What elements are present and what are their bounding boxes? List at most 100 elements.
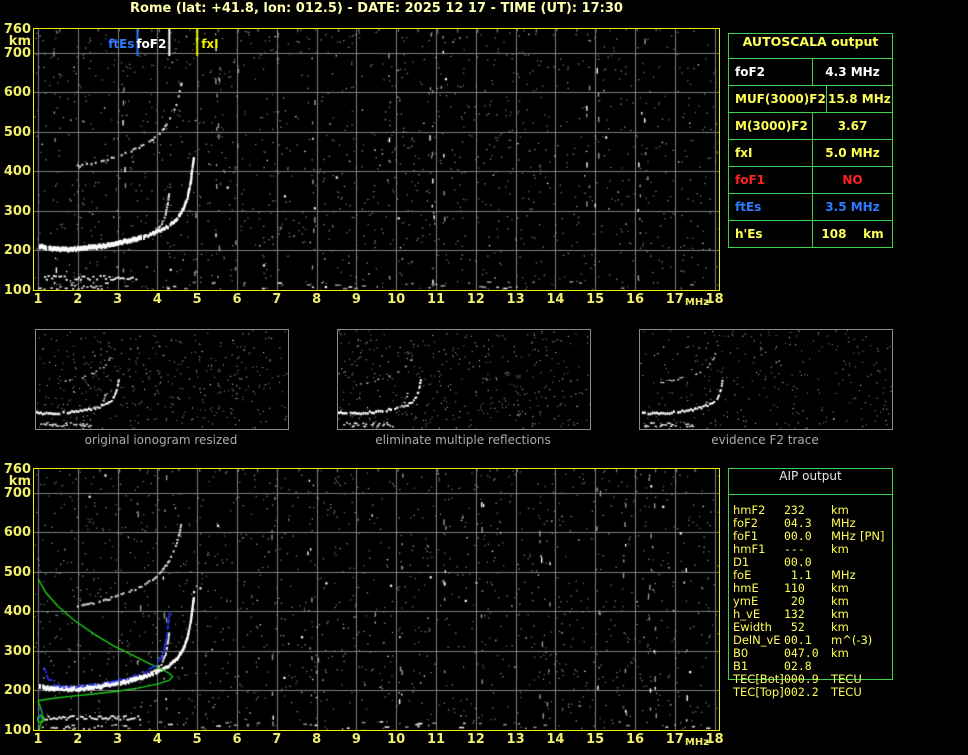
autoscala-row-fxi: fxI 5.0 MHz bbox=[729, 139, 892, 166]
y-axis-unit-label: km bbox=[8, 34, 31, 49]
aip-row-b0: B0 047.0 km bbox=[728, 646, 891, 660]
marker-label-fof2: foF2 bbox=[136, 37, 167, 51]
autoscala-row-h'es: h'Es 108 km bbox=[729, 220, 892, 247]
aip-row-label: B0 bbox=[733, 646, 749, 660]
autoscala-row-value: 4.3 MHz bbox=[812, 59, 892, 85]
thumbnail-eliminate-reflections bbox=[337, 329, 591, 430]
aip-row-unit: km bbox=[831, 594, 849, 608]
aip-row-unit: km bbox=[831, 581, 849, 595]
x-tick-label: 8 bbox=[312, 292, 322, 307]
aip-row-label: foF1 bbox=[733, 529, 759, 543]
x-tick-label: 3 bbox=[113, 292, 123, 307]
y-tick-label: 500 bbox=[3, 124, 31, 140]
y-tick-label: 400 bbox=[3, 164, 31, 180]
aip-row-label: Ewidth bbox=[733, 620, 772, 634]
x-tick-label: 11 bbox=[426, 732, 446, 747]
aip-row-label: foF2 bbox=[733, 516, 759, 530]
ionogram-aip-canvas bbox=[34, 469, 719, 730]
autoscala-row-label: fxI bbox=[735, 146, 753, 160]
aip-row-fof2: foF2 04.3 MHz bbox=[728, 516, 891, 530]
y-tick-label: 600 bbox=[3, 85, 31, 101]
thumbnail-caption-original: original ionogram resized bbox=[84, 433, 238, 447]
x-axis-unit-label: MHz bbox=[684, 737, 710, 748]
aip-row-hme: hmE 110 km bbox=[728, 581, 891, 595]
x-tick-label: 15 bbox=[586, 292, 605, 307]
aip-row-value: 110 bbox=[784, 581, 805, 595]
aip-row-value: 00.0 bbox=[784, 555, 812, 569]
x-tick-label: 10 bbox=[387, 292, 406, 307]
x-tick-label: 15 bbox=[586, 732, 605, 747]
y-tick-label: 500 bbox=[3, 564, 31, 580]
thumbnail-original-ionogram bbox=[35, 329, 289, 430]
aip-row-fof1: foF1 00.0 MHz [PN] bbox=[728, 529, 891, 543]
aip-row-unit: km bbox=[831, 607, 849, 621]
aip-row-value: 04.3 bbox=[784, 516, 812, 530]
x-tick-label: 4 bbox=[152, 292, 162, 307]
marker-label-fxi: fxI bbox=[201, 37, 219, 51]
autoscala-row-label: h'Es bbox=[735, 227, 763, 241]
aip-row-unit: TECU bbox=[831, 672, 862, 686]
autoscala-row-fof2: foF2 4.3 MHz bbox=[729, 58, 892, 85]
aip-row-value: 00.0 bbox=[784, 529, 812, 543]
autoscala-row-label: M(3000)F2 bbox=[735, 119, 808, 133]
thumbnail-caption-evidence: evidence F2 trace bbox=[711, 433, 819, 447]
x-tick-label: 11 bbox=[426, 292, 446, 307]
ionogram-plot-aip bbox=[33, 468, 720, 731]
x-tick-label: 6 bbox=[232, 292, 242, 307]
autoscala-row-value: 3.67 bbox=[812, 113, 892, 139]
aip-row-value: 02.8 bbox=[784, 659, 812, 673]
autoscala-row-label: foF1 bbox=[735, 173, 766, 187]
autoscala-row-label: MUF(3000)F2 bbox=[735, 92, 826, 106]
x-tick-label: 14 bbox=[546, 292, 565, 307]
aip-row-unit: m^(-3) bbox=[831, 633, 873, 647]
thumbnail-evidence-f2 bbox=[639, 329, 893, 430]
x-tick-label: 9 bbox=[351, 292, 361, 307]
aip-row-label: TEC[Top] bbox=[733, 685, 784, 699]
autoscala-row-value: 5.0 MHz bbox=[812, 140, 892, 166]
x-tick-label: 13 bbox=[506, 292, 525, 307]
y-tick-label: 200 bbox=[3, 243, 31, 259]
x-tick-label: 7 bbox=[272, 292, 282, 307]
thumbnail-caption-eliminate: eliminate multiple reflections bbox=[375, 433, 551, 447]
aip-row-label: hmE bbox=[733, 581, 759, 595]
aip-table-header: AIP output bbox=[729, 469, 892, 495]
x-tick-label: 16 bbox=[625, 732, 645, 747]
aip-row-foe: foE 1.1 MHz bbox=[728, 568, 891, 582]
aip-row-yme: ymE 20 km bbox=[728, 594, 891, 608]
aip-row-value: 002.2 bbox=[784, 685, 819, 699]
page-title: Rome (lat: +41.8, lon: 012.5) - DATE: 20… bbox=[130, 1, 623, 16]
x-tick-label: 6 bbox=[232, 732, 242, 747]
aip-row-unit: MHz bbox=[831, 529, 856, 543]
x-tick-label: 1 bbox=[33, 292, 43, 307]
y-axis-unit-label: km bbox=[8, 474, 31, 489]
aip-row-value: 20 bbox=[784, 594, 805, 608]
thumbnail-eliminate-canvas bbox=[338, 330, 590, 429]
x-tick-label: 13 bbox=[506, 732, 525, 747]
x-tick-label: 8 bbox=[312, 732, 322, 747]
y-tick-label: 400 bbox=[3, 604, 31, 620]
aip-row-value: 232 bbox=[784, 503, 805, 517]
aip-row-unit: MHz bbox=[831, 516, 856, 530]
aip-row-extra: [PN] bbox=[860, 529, 885, 543]
aip-row-unit: TECU bbox=[831, 685, 862, 699]
ionogram-scaled-canvas bbox=[34, 29, 719, 290]
x-tick-label: 16 bbox=[625, 292, 645, 307]
aip-row-label: TEC[Bot] bbox=[733, 672, 784, 686]
ionogram-plot-scaled bbox=[33, 28, 720, 291]
aip-row-label: DelN_vE bbox=[733, 633, 781, 647]
x-tick-label: 9 bbox=[351, 732, 361, 747]
aip-row-label: D1 bbox=[733, 555, 750, 569]
aip-row-b1: B1 02.8 bbox=[728, 659, 891, 673]
aip-row-label: hmF1 bbox=[733, 542, 766, 556]
aip-row-label: ymE bbox=[733, 594, 759, 608]
x-axis-unit-label: MHz bbox=[684, 297, 710, 308]
aip-row-label: foE bbox=[733, 568, 752, 582]
aip-row-label: h_vE bbox=[733, 607, 761, 621]
autoscala-row-label: foF2 bbox=[735, 65, 766, 79]
aip-row-value: 132 bbox=[784, 607, 805, 621]
aip-row-label: hmF2 bbox=[733, 503, 766, 517]
x-tick-label: 14 bbox=[546, 732, 565, 747]
autoscala-table-rows: foF2 4.3 MHz MUF(3000)F2 15.8 MHz M(3000)F2 3… bbox=[729, 58, 892, 247]
y-tick-label: 200 bbox=[3, 683, 31, 699]
autoscala-row-muf(3000)f2: MUF(3000)F2 15.8 MHz bbox=[729, 85, 892, 112]
